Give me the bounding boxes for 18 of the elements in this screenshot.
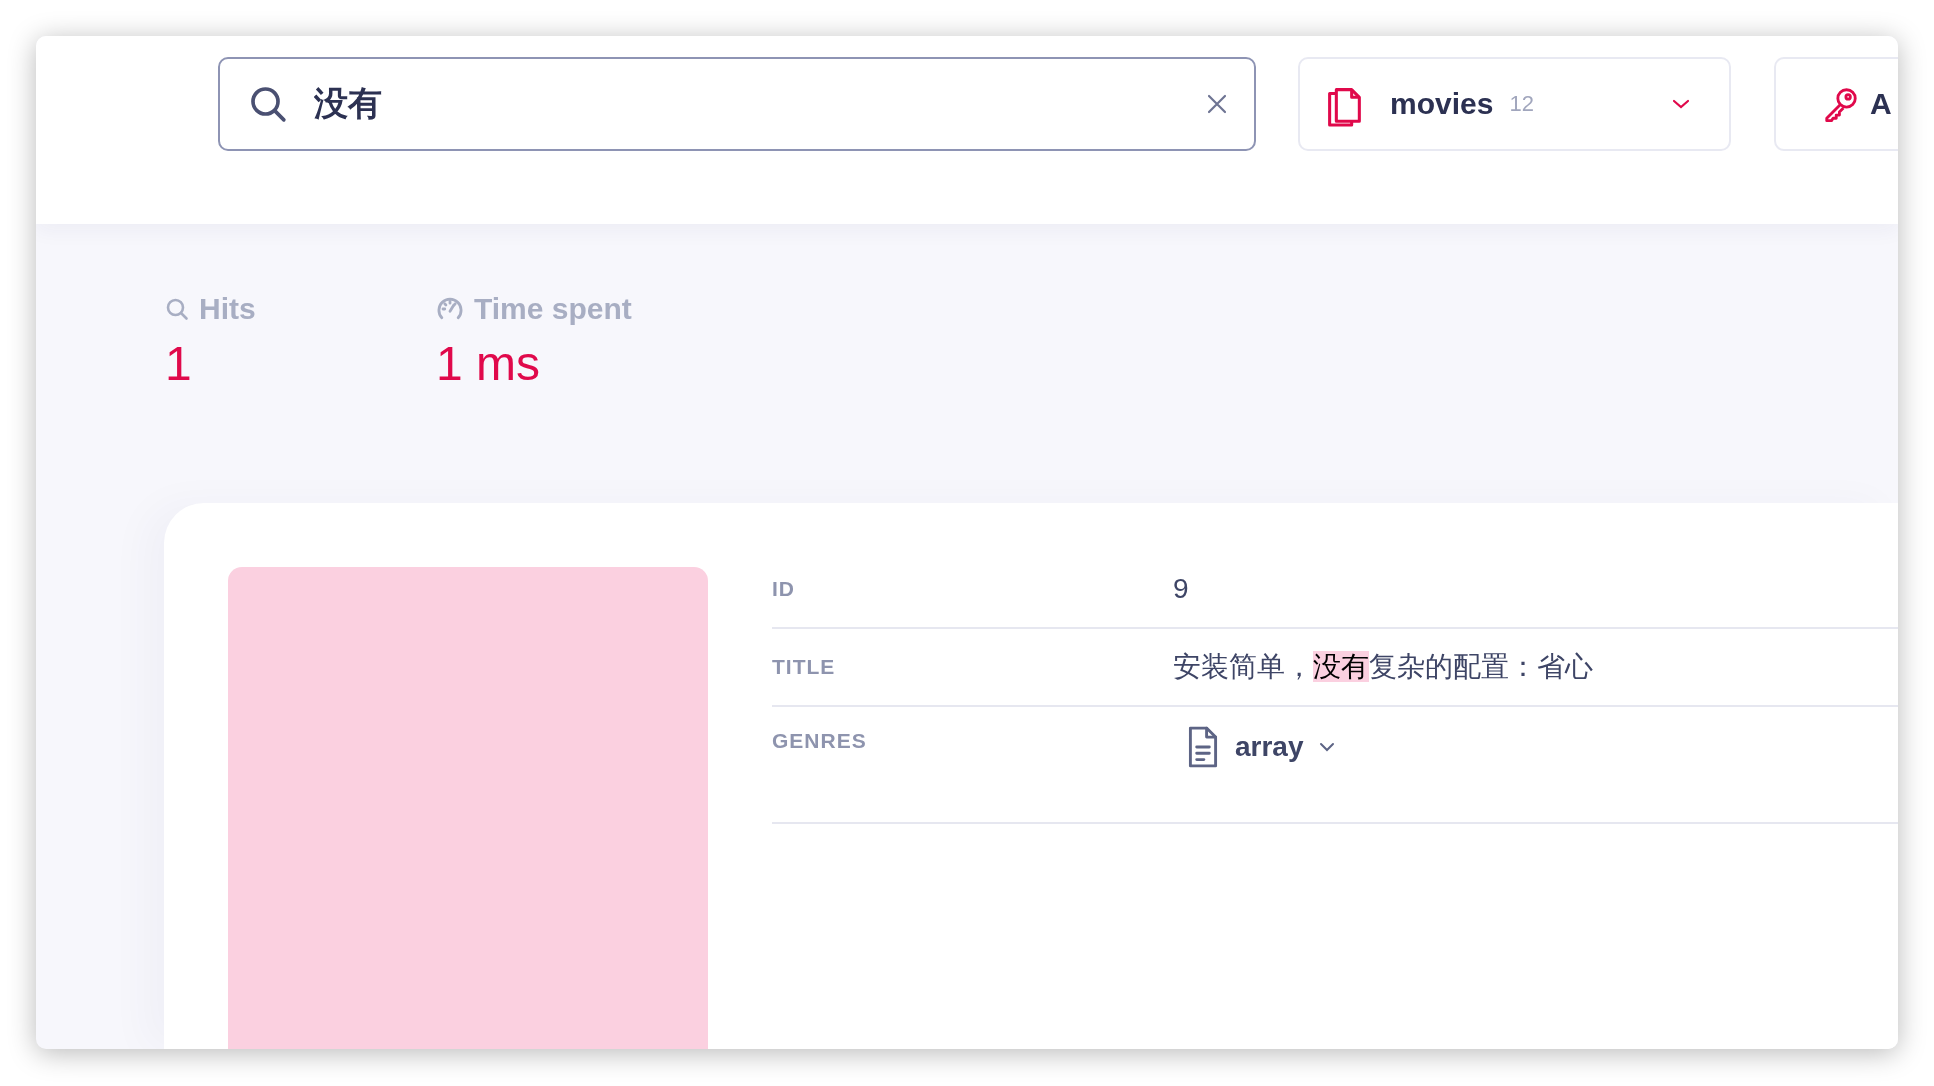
chevron-icon <box>1671 98 1691 110</box>
chevron-icon <box>1317 741 1336 753</box>
field-label: GENRES <box>772 729 868 753</box>
stat-label: Time spent <box>474 292 632 326</box>
field-label: ID <box>772 577 796 601</box>
index-select[interactable]: movies 12 <box>1298 57 1731 151</box>
field-value: 安装简单，没有复杂的配置：省心 <box>1173 650 1593 684</box>
key-icon <box>1822 85 1860 123</box>
stat-value: 1 ms <box>436 338 541 391</box>
search-field[interactable]: 没有 <box>218 57 1256 151</box>
stat-label: Hits <box>199 292 256 326</box>
field-label: TITLE <box>772 655 837 679</box>
search-icon <box>165 297 189 321</box>
api-key-button[interactable]: A <box>1774 57 1898 151</box>
stat-value: 1 <box>165 338 193 391</box>
field-value: 9 <box>1173 573 1189 605</box>
array-toggle[interactable]: array <box>1173 725 1336 769</box>
search-icon <box>248 84 288 124</box>
